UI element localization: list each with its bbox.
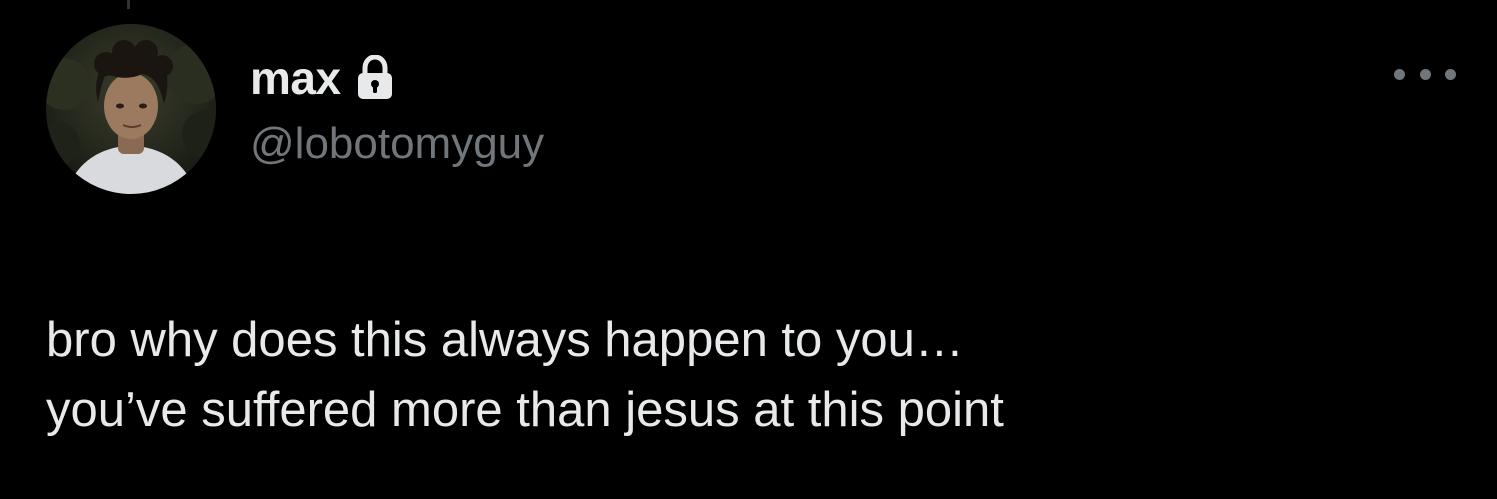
- more-options-button[interactable]: [1390, 56, 1460, 92]
- display-name[interactable]: max: [250, 48, 341, 108]
- thread-connector-line: [127, 0, 130, 9]
- more-horizontal-icon: [1394, 68, 1405, 80]
- more-horizontal-icon-dot: [1445, 68, 1456, 80]
- author-name-row[interactable]: max: [250, 48, 395, 108]
- avatar-image: [46, 24, 216, 194]
- tweet-text-line: you’ve suffered more than jesus at this …: [46, 383, 1004, 437]
- author-handle[interactable]: @lobotomyguy: [250, 114, 544, 174]
- tweet-card: max @lobotomyguy bro why does this alway…: [0, 0, 1497, 499]
- tweet-text: bro why does this always happen to you… …: [46, 305, 1466, 445]
- lock-icon: [355, 54, 395, 101]
- tweet-text-line: bro why does this always happen to you…: [46, 313, 964, 367]
- avatar[interactable]: [46, 24, 216, 194]
- more-horizontal-icon-dot: [1419, 68, 1431, 80]
